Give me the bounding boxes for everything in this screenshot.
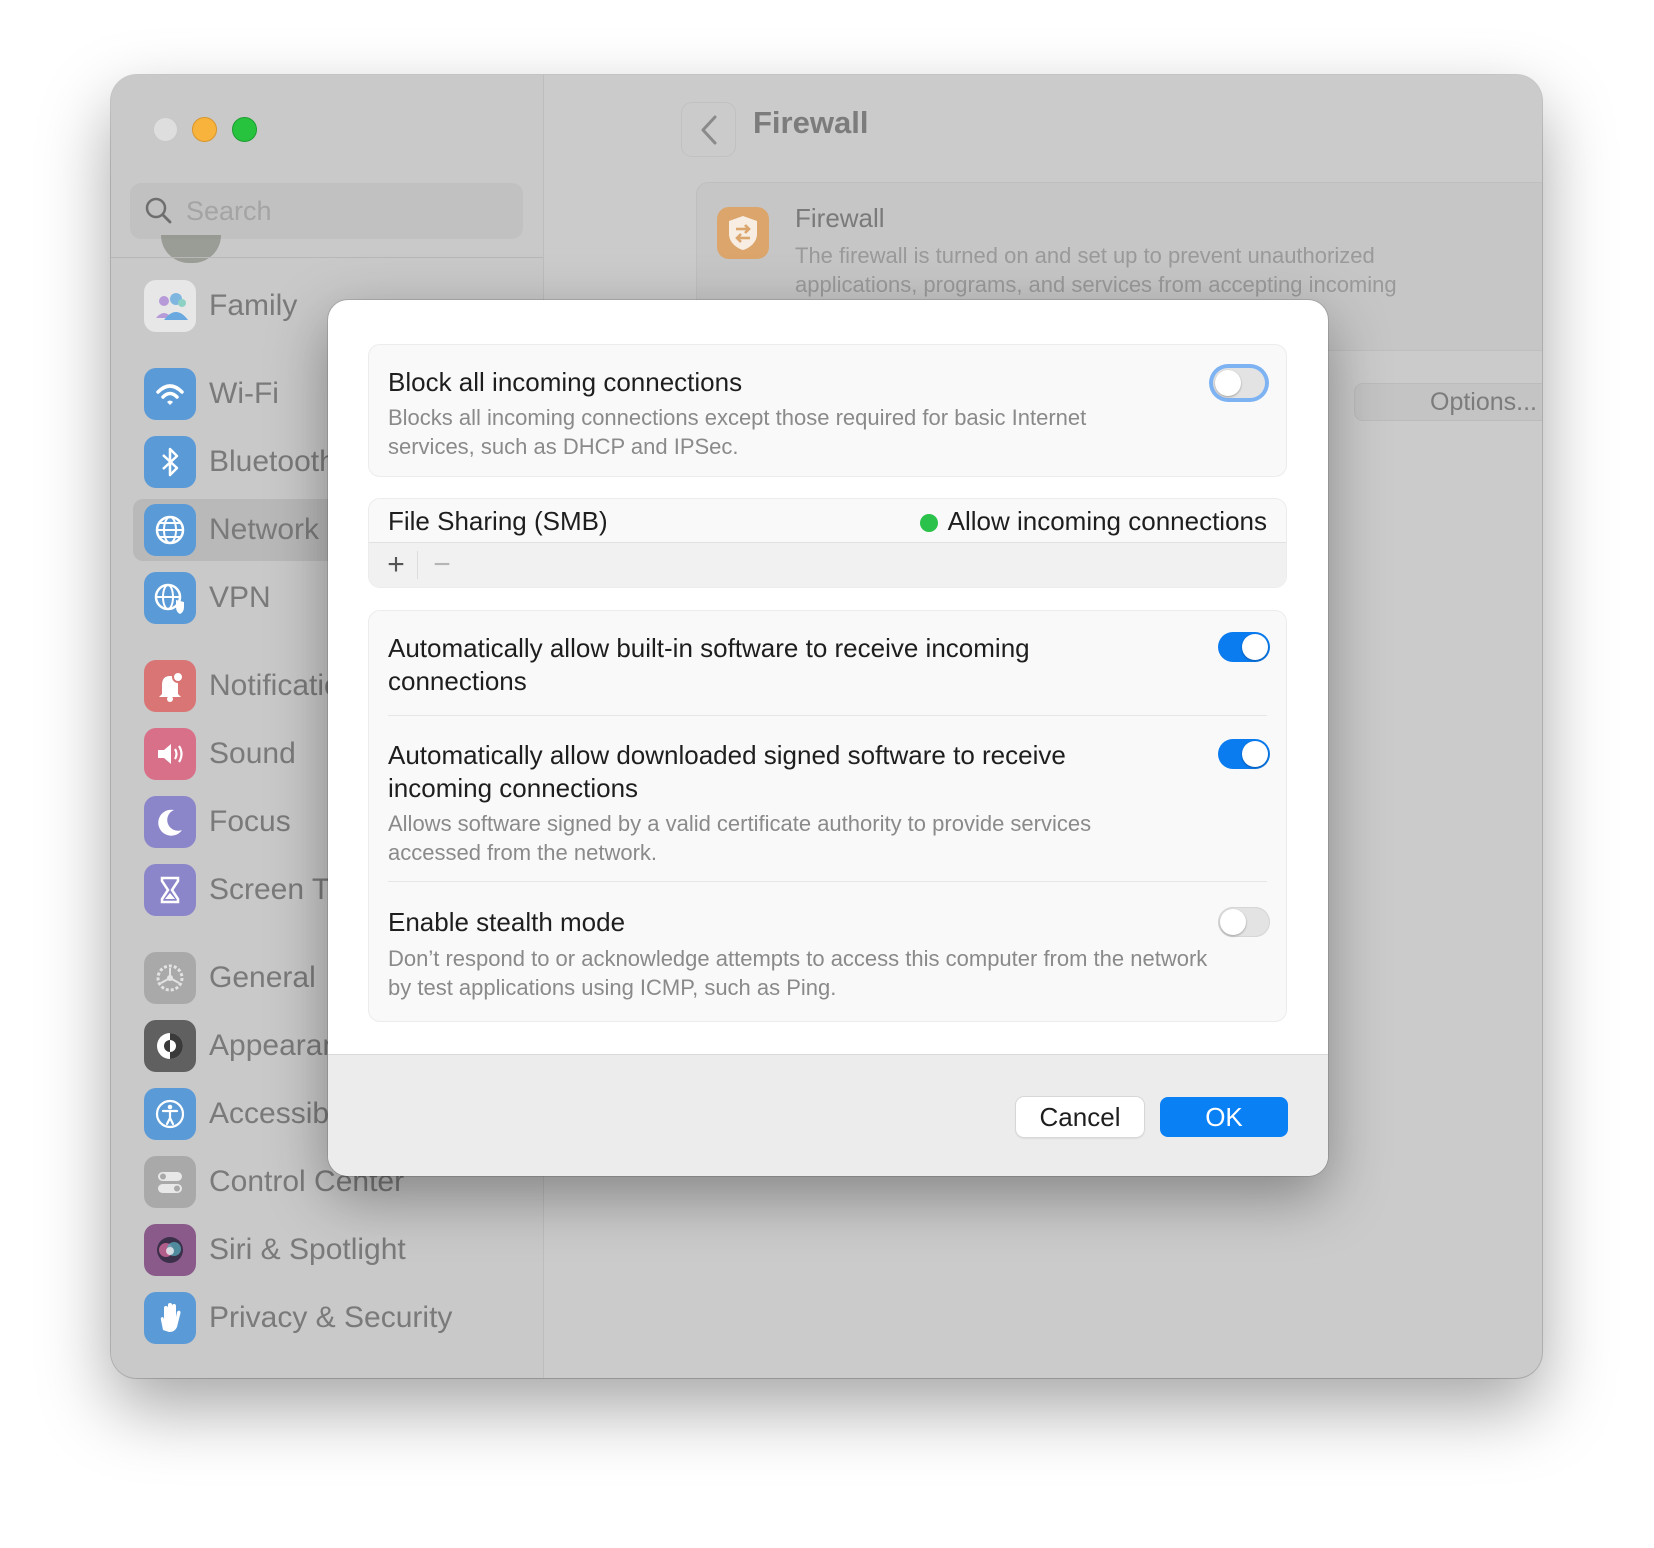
signed-toggle[interactable] bbox=[1218, 739, 1270, 769]
chevron-left-icon bbox=[701, 115, 716, 144]
globe-icon bbox=[144, 504, 196, 556]
toolbar-divider bbox=[417, 551, 418, 579]
list-toolbar: + − bbox=[369, 542, 1286, 587]
app-list: File Sharing (SMB) Allow incoming connec… bbox=[368, 498, 1287, 588]
back-button[interactable] bbox=[681, 102, 736, 157]
wifi-icon bbox=[144, 368, 196, 420]
ok-button[interactable]: OK bbox=[1160, 1097, 1288, 1137]
builtin-toggle[interactable] bbox=[1218, 632, 1270, 662]
sidebar-item-label: Privacy & Security bbox=[209, 1301, 453, 1334]
toggle-knob bbox=[1220, 909, 1246, 935]
stealth-toggle[interactable] bbox=[1218, 907, 1270, 937]
firewall-shield-icon bbox=[717, 207, 769, 259]
block-all-title: Block all incoming connections bbox=[388, 367, 743, 397]
toggle-knob bbox=[1242, 634, 1268, 660]
stealth-title: Enable stealth mode bbox=[388, 907, 626, 937]
moon-icon bbox=[144, 796, 196, 848]
sidebar-item-label: Siri & Spotlight bbox=[209, 1233, 406, 1266]
firewall-card-title: Firewall bbox=[795, 203, 885, 233]
control-center-icon bbox=[144, 1156, 196, 1208]
hand-icon bbox=[144, 1292, 196, 1344]
accessibility-icon bbox=[144, 1088, 196, 1140]
firewall-options-dialog: Block all incoming connections Blocks al… bbox=[328, 300, 1328, 1176]
sidebar-item-label: Sound bbox=[209, 737, 296, 770]
family-icon bbox=[144, 280, 196, 332]
app-status[interactable]: Allow incoming connections bbox=[919, 505, 1267, 538]
hourglass-icon bbox=[144, 864, 196, 916]
sidebar-item-label: Bluetooth bbox=[209, 445, 336, 478]
sidebar-item-siri-spotlight[interactable]: Siri & Spotlight bbox=[133, 1219, 533, 1281]
close-button[interactable] bbox=[153, 117, 178, 142]
dialog-footer: Cancel OK bbox=[328, 1054, 1328, 1176]
vpn-icon bbox=[144, 572, 196, 624]
block-all-description: Blocks all incoming connections except t… bbox=[388, 405, 1087, 459]
row-divider bbox=[388, 881, 1267, 882]
app-row[interactable]: File Sharing (SMB) Allow incoming connec… bbox=[369, 499, 1286, 542]
page-title: Firewall bbox=[753, 105, 869, 140]
app-name: File Sharing (SMB) bbox=[388, 506, 608, 536]
sidebar-item-label: Wi-Fi bbox=[209, 377, 279, 410]
status-dot-icon bbox=[919, 514, 938, 533]
toggle-knob bbox=[1215, 370, 1241, 396]
sidebar-item-label: Family bbox=[209, 289, 298, 322]
sidebar-item-label: Network bbox=[209, 513, 320, 546]
signed-description: Allows software signed by a valid certif… bbox=[388, 811, 1092, 865]
search-icon bbox=[145, 197, 172, 224]
search-input[interactable]: Search bbox=[130, 183, 523, 239]
app-status-label: Allow incoming connections bbox=[947, 506, 1267, 536]
auto-allow-group: Automatically allow built-in software to… bbox=[368, 610, 1287, 1022]
minimize-button[interactable] bbox=[192, 117, 217, 142]
sidebar-item-label: General bbox=[209, 961, 316, 994]
bell-icon bbox=[144, 660, 196, 712]
block-all-group: Block all incoming connections Blocks al… bbox=[368, 344, 1287, 477]
sidebar-item-privacy-security[interactable]: Privacy & Security bbox=[133, 1287, 533, 1349]
sidebar-item-label: Focus bbox=[209, 805, 291, 838]
search-placeholder: Search bbox=[186, 195, 272, 226]
toggle-knob bbox=[1242, 741, 1268, 767]
gear-icon bbox=[144, 952, 196, 1004]
siri-icon bbox=[144, 1224, 196, 1276]
builtin-title: Automatically allow built-in software to… bbox=[388, 633, 1030, 696]
add-button[interactable]: + bbox=[381, 547, 411, 583]
sidebar-divider bbox=[111, 257, 543, 258]
speaker-icon bbox=[144, 728, 196, 780]
remove-button[interactable]: − bbox=[427, 547, 457, 583]
cancel-button[interactable]: Cancel bbox=[1016, 1097, 1144, 1137]
appearance-icon bbox=[144, 1020, 196, 1072]
block-all-toggle[interactable] bbox=[1213, 368, 1265, 398]
avatar bbox=[161, 235, 221, 263]
signed-title: Automatically allow downloaded signed so… bbox=[388, 740, 1066, 803]
maximize-button[interactable] bbox=[232, 117, 257, 142]
row-divider bbox=[388, 715, 1267, 716]
options-button[interactable]: Options... bbox=[1354, 383, 1542, 421]
bluetooth-icon bbox=[144, 436, 196, 488]
sidebar-item-label: VPN bbox=[209, 581, 271, 614]
stealth-description: Don’t respond to or acknowledge attempts… bbox=[388, 946, 1208, 1000]
